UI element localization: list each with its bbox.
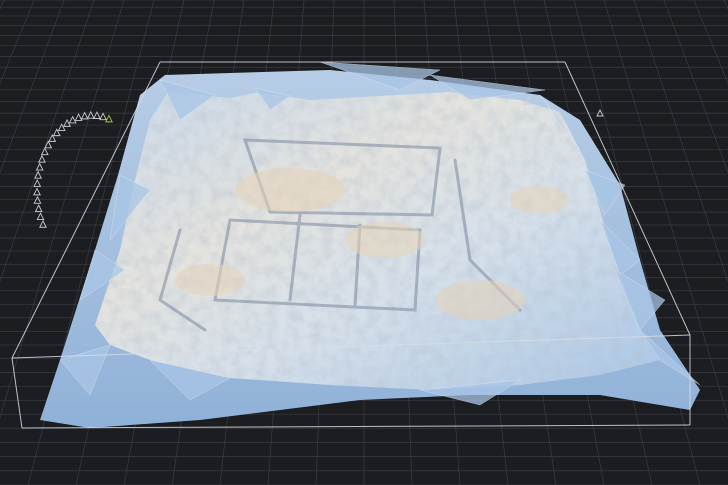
camera-frustum-icon[interactable]	[68, 115, 77, 124]
grid-line	[0, 0, 35, 85]
bbox-vertical-edge	[11, 357, 23, 429]
grid-line	[723, 0, 728, 10]
camera-frustum-icon[interactable]	[74, 113, 83, 121]
camera-frustum-icon[interactable]	[33, 187, 41, 196]
camera-frustum-icon[interactable]	[36, 212, 45, 221]
camera-frustum-icon[interactable]	[86, 110, 95, 119]
grid-line	[0, 0, 5, 10]
camera-frustum-icon[interactable]	[34, 204, 43, 212]
camera-frustum-icon[interactable]	[33, 195, 42, 204]
camera-frustum-icon[interactable]	[105, 114, 113, 123]
camera-frustum-icon[interactable]	[33, 179, 42, 187]
grid-line	[693, 0, 728, 85]
camera-frustum-icon[interactable]	[37, 154, 46, 163]
grid-line	[663, 0, 728, 174]
3d-viewport[interactable]	[0, 0, 728, 485]
camera-frustum-icon[interactable]	[35, 162, 44, 171]
camera-frustum-icon[interactable]	[39, 219, 47, 228]
scene-canvas[interactable]	[0, 0, 728, 485]
camera-frustum-icon[interactable]	[99, 112, 107, 121]
terrain-mesh[interactable]	[40, 61, 701, 428]
